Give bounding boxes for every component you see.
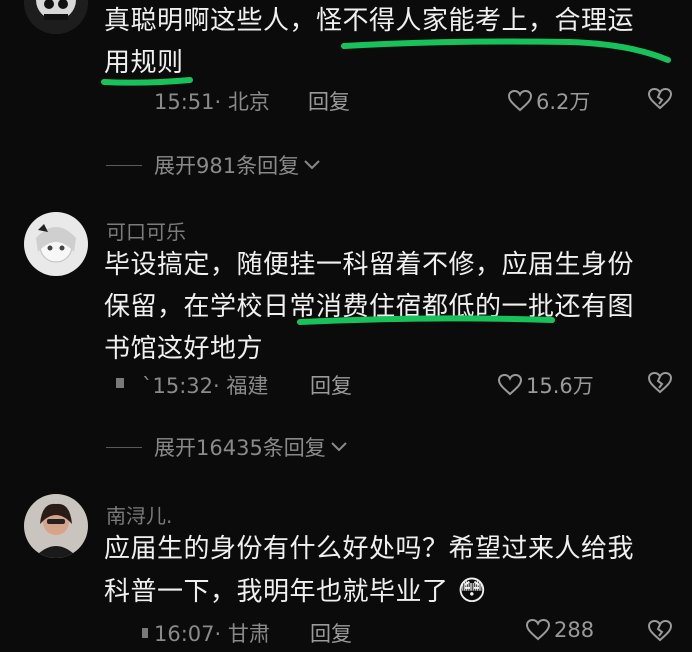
comment-3-line-2-text: 科普一下，我明年也就毕业了 [104,577,449,607]
comment-2-text: 毕设搞定，随便挂一科留着不修，应届生身份 保留，在学校日常消费住宿都低的一批还有… [104,244,664,370]
comment-3-timestamp: 16:07· 甘肃 [154,622,270,646]
comment-1-text: 真聪明啊这些人，怪不得人家能考上，合理运 用规则 [104,0,664,84]
chevron-down-icon [331,442,347,452]
comment-3-text: 应届生的身份有什么好处吗？希望过来人给我 科普一下，我明年也就毕业了 😳 [104,528,664,613]
comment-3-line-2: 科普一下，我明年也就毕业了 😳 [104,570,664,613]
broken-heart-icon[interactable] [648,372,672,394]
heart-outline-icon [526,619,550,641]
comment-1-like-count: 6.2万 [536,90,591,114]
expand-divider [106,164,142,166]
comment-2-like-count: 15.6万 [526,374,594,398]
broken-heart-icon[interactable] [648,620,672,642]
comment-3-username[interactable]: 南浔儿. [106,500,172,529]
comment-2-timestamp: `15:32· 福建 [142,374,269,398]
heart-outline-icon [508,90,532,112]
comment-2-meta: `15:32· 福建 回复 15.6万 [0,370,692,402]
comment-1-timestamp: 15:51· 北京 [154,90,270,114]
comment-3-like-button[interactable]: 288 [526,618,594,642]
comment-2-reply-button[interactable]: 回复 [310,370,352,400]
comment-feed: { "comments": [ { "username": "", "lines… [0,0,692,652]
comment-2-expand-label: 展开16435条回复 [154,436,326,460]
comment-1-expand-label: 展开981条回复 [154,154,300,178]
avatar-commenter-2[interactable] [24,212,88,276]
comment-1-like-button[interactable]: 6.2万 [508,86,590,116]
comment-1-line-1: 真聪明啊这些人，怪不得人家能考上，合理运 [104,6,635,36]
comment-2-like-button[interactable]: 15.6万 [498,370,594,400]
broken-heart-icon[interactable] [648,88,672,110]
flushed-face-emoji: 😳 [457,574,487,607]
comment-1-expand-replies[interactable]: 展开981条回复 [106,150,666,180]
comment-1-meta: 15:51· 北京 回复 6.2万 [0,86,692,118]
comment-2-line-3: 书馆这好地方 [104,334,264,364]
comment-1-line-2: 用规则 [104,48,184,78]
expand-divider [106,446,142,448]
comment-2-expand-replies[interactable]: 展开16435条回复 [106,432,666,462]
avatar-commenter-3[interactable] [24,494,88,558]
comment-2-line-2: 保留，在学校日常消费住宿都低的一批还有图 [104,292,635,322]
comment-2-line-1: 毕设搞定，随便挂一科留着不修，应届生身份 [104,250,635,280]
comment-3-reply-button[interactable]: 回复 [310,618,352,648]
chevron-down-icon [304,160,320,170]
heart-outline-icon [498,374,522,396]
comment-3-line-1: 应届生的身份有什么好处吗？希望过来人给我 [104,534,635,564]
comment-3-like-count: 288 [554,618,595,642]
comment-2-username[interactable]: 可口可乐 [106,216,186,245]
image-placeholder-mark [142,628,148,638]
avatar-commenter-1[interactable] [24,0,88,34]
comment-1-reply-button[interactable]: 回复 [308,86,350,116]
comment-3-meta: 16:07· 甘肃 回复 288 [0,618,692,650]
image-placeholder-mark [116,378,124,388]
